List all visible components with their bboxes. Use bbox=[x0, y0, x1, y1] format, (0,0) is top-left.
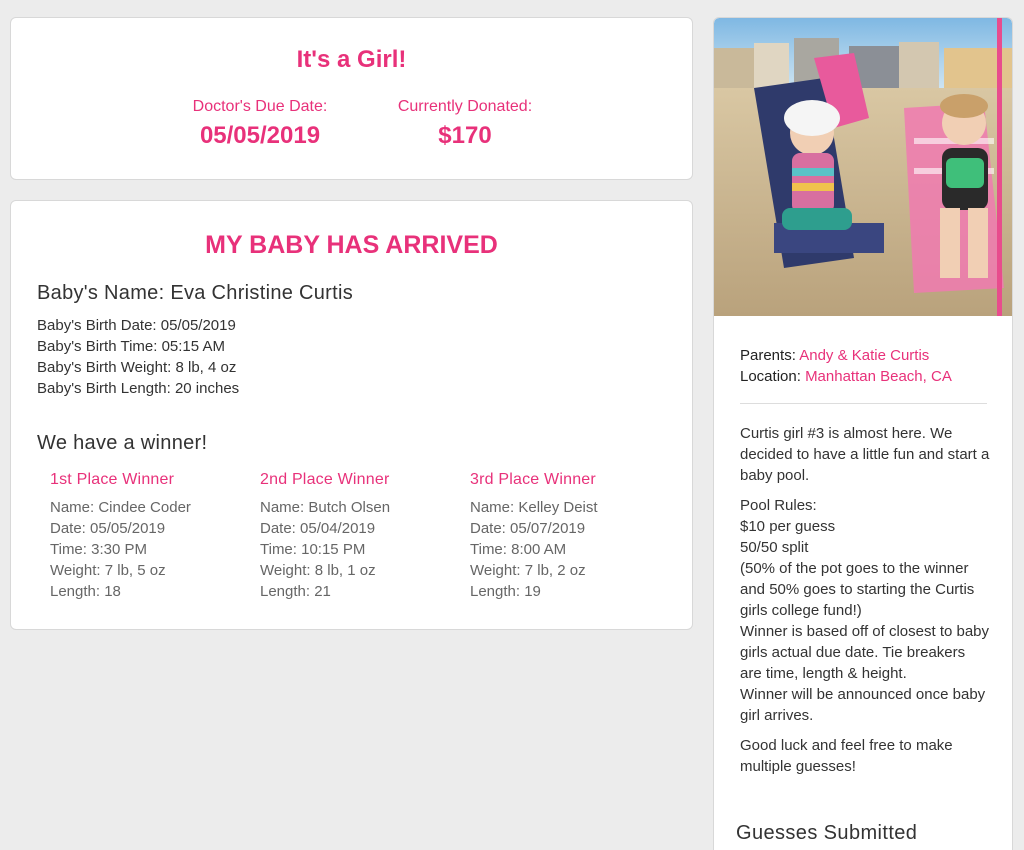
divider bbox=[740, 403, 987, 404]
sidebar: Parents: Andy & Katie Curtis Location: M… bbox=[713, 17, 1013, 850]
winner-length: Length: 21 bbox=[260, 583, 331, 600]
winner-date: Date: 05/05/2019 bbox=[50, 520, 166, 537]
arrival-heading: MY BABY HAS ARRIVED bbox=[205, 231, 498, 259]
baby-name-label: Baby's Name: bbox=[37, 282, 165, 304]
pool-intro: Curtis girl #3 is almost here. We decide… bbox=[740, 425, 990, 484]
winner-date: Date: 05/07/2019 bbox=[470, 520, 586, 537]
parents-row: Parents: Andy & Katie Curtis bbox=[740, 345, 952, 366]
winner-third: 3rd Place Winner Name: Kelley Deist Date… bbox=[470, 471, 670, 602]
birth-weight: Baby's Birth Weight: 8 lb, 4 oz bbox=[37, 359, 237, 376]
baby-name-value: Eva Christine Curtis bbox=[170, 282, 354, 304]
donated-label: Currently Donated: bbox=[397, 98, 533, 115]
family-photo bbox=[714, 18, 1012, 316]
winner-place: 2nd Place Winner bbox=[260, 471, 390, 488]
beach-photo-illustration bbox=[714, 18, 1012, 316]
due-date-value: 05/05/2019 bbox=[199, 122, 321, 149]
guesses-heading: Guesses Submitted bbox=[736, 822, 918, 844]
baby-name: Baby's Name: Eva Christine Curtis bbox=[37, 282, 353, 305]
donated-value: $170 bbox=[438, 122, 492, 149]
rules-line: 50/50 split bbox=[740, 539, 809, 556]
rules-line: $10 per guess bbox=[740, 518, 836, 535]
birth-details: Baby's Birth Date: 05/05/2019 Baby's Bir… bbox=[37, 315, 239, 399]
winner-time: Time: 10:15 PM bbox=[260, 541, 366, 558]
parents-label: Parents: bbox=[740, 347, 796, 364]
gender-announcement: It's a Girl! bbox=[296, 46, 407, 73]
due-date-label: Doctor's Due Date: bbox=[192, 98, 328, 115]
winner-place: 1st Place Winner bbox=[50, 471, 175, 488]
location-label: Location: bbox=[740, 368, 801, 385]
winner-length: Length: 19 bbox=[470, 583, 541, 600]
winner-heading: We have a winner! bbox=[37, 432, 208, 454]
winner-time: Time: 8:00 AM bbox=[470, 541, 567, 558]
due-date-stat: Doctor's Due Date: 05/05/2019 bbox=[171, 98, 349, 150]
rules-line: Winner is based off of closest to baby g… bbox=[740, 623, 990, 682]
parents-info: Parents: Andy & Katie Curtis Location: M… bbox=[740, 345, 952, 387]
winner-name: Name: Kelley Deist bbox=[470, 499, 598, 516]
rules-line: Pool Rules: bbox=[740, 497, 817, 514]
winner-place: 3rd Place Winner bbox=[470, 471, 596, 488]
winner-length: Length: 18 bbox=[50, 583, 121, 600]
arrival-card: MY BABY HAS ARRIVED Baby's Name: Eva Chr… bbox=[10, 200, 693, 630]
winner-second: 2nd Place Winner Name: Butch Olsen Date:… bbox=[260, 471, 460, 602]
birth-date: Baby's Birth Date: 05/05/2019 bbox=[37, 317, 236, 334]
birth-time: Baby's Birth Time: 05:15 AM bbox=[37, 338, 225, 355]
winner-weight: Weight: 7 lb, 5 oz bbox=[50, 562, 166, 579]
location-row: Location: Manhattan Beach, CA bbox=[740, 366, 952, 387]
summary-card: It's a Girl! Doctor's Due Date: 05/05/20… bbox=[10, 17, 693, 180]
winner-name: Name: Cindee Coder bbox=[50, 499, 191, 516]
pool-closing: Good luck and feel free to make multiple… bbox=[740, 737, 953, 775]
rules-line: Winner will be announced once baby girl … bbox=[740, 686, 986, 724]
parents-value: Andy & Katie Curtis bbox=[799, 347, 930, 364]
winner-first: 1st Place Winner Name: Cindee Coder Date… bbox=[50, 471, 250, 602]
winner-time: Time: 3:30 PM bbox=[50, 541, 147, 558]
pool-description: Curtis girl #3 is almost here. We decide… bbox=[740, 423, 990, 786]
location-value: Manhattan Beach, CA bbox=[805, 368, 952, 385]
winner-weight: Weight: 7 lb, 2 oz bbox=[470, 562, 586, 579]
winner-weight: Weight: 8 lb, 1 oz bbox=[260, 562, 376, 579]
pool-rules: Pool Rules: $10 per guess 50/50 split (5… bbox=[740, 495, 990, 726]
winner-name: Name: Butch Olsen bbox=[260, 499, 391, 516]
donated-stat: Currently Donated: $170 bbox=[371, 98, 559, 150]
rules-line: (50% of the pot goes to the winner and 5… bbox=[740, 560, 975, 619]
birth-length: Baby's Birth Length: 20 inches bbox=[37, 380, 240, 397]
winner-date: Date: 05/04/2019 bbox=[260, 520, 376, 537]
